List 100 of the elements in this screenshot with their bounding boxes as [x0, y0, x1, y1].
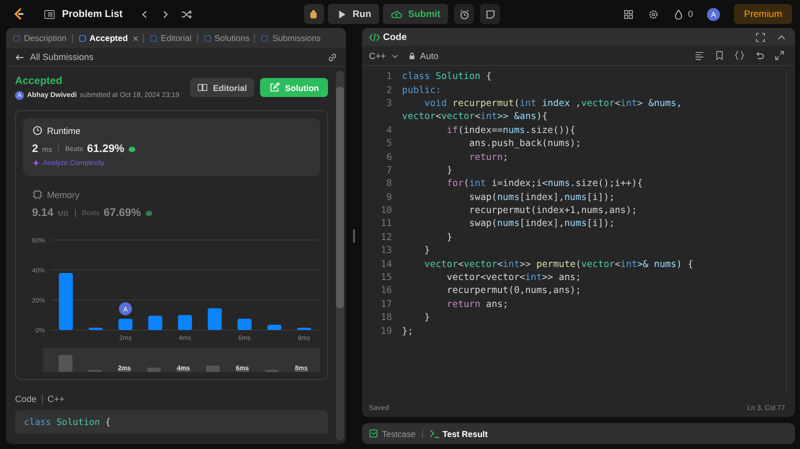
- code-line: }: [446, 232, 452, 243]
- fullscreen-icon[interactable]: [755, 32, 766, 42]
- settings-icon[interactable]: [648, 8, 659, 20]
- code-line: vector<vector<int>> permute(vector<int>& nums) {: [423, 258, 694, 270]
- metric-title: Runtime: [47, 126, 81, 136]
- tab-icon: [202, 34, 212, 42]
- code-line: recurpermut(index+1,nums,ans);: [468, 205, 638, 216]
- line-number: 5: [385, 138, 393, 150]
- expand-icon[interactable]: [774, 50, 785, 61]
- terminal-icon: [428, 428, 440, 439]
- line-number: 1: [385, 71, 393, 82]
- submission-status: Accepted: [15, 75, 64, 87]
- all-submissions-link[interactable]: All Submissions: [14, 52, 94, 62]
- close-icon[interactable]: [132, 34, 139, 42]
- run-button[interactable]: Run: [328, 4, 380, 24]
- line-number: 16: [380, 285, 393, 296]
- code-line: ans.push_back(nums);: [468, 138, 582, 150]
- drop-icon: [672, 8, 684, 20]
- badge-icon: [128, 145, 136, 153]
- metric-value: 2: [32, 143, 38, 155]
- code-line: vector<vector<int>> &ans){: [402, 111, 548, 122]
- line-number: 3: [385, 98, 393, 109]
- line-number: 8: [385, 178, 393, 190]
- panel-tab[interactable]: Description: [11, 33, 68, 43]
- line-number: 6: [385, 152, 393, 163]
- panel-tab[interactable]: Solutions: [202, 33, 250, 43]
- line-number: 14: [380, 258, 393, 270]
- tab-icon: [12, 34, 21, 42]
- debug-button[interactable]: [304, 4, 324, 24]
- tab-icon: [260, 34, 270, 42]
- link-icon[interactable]: [327, 52, 338, 62]
- streak-counter[interactable]: 0: [672, 8, 693, 20]
- line-number: 9: [385, 192, 393, 203]
- timer-button[interactable]: [454, 4, 474, 24]
- book-icon: [196, 82, 208, 93]
- note-icon: [484, 8, 496, 20]
- alarm-clock-icon: [458, 8, 470, 20]
- code-line: return;: [468, 152, 508, 163]
- code-line: if(index==nums.size()){: [446, 124, 576, 136]
- panel-tab[interactable]: Editorial: [148, 33, 193, 43]
- code-line: for(int i=index;i<nums.size();i++){: [446, 178, 643, 190]
- tab-icon: [148, 34, 158, 42]
- scrollbar[interactable]: [336, 71, 344, 440]
- code-line: return ans;: [446, 298, 508, 310]
- code-label: Code: [15, 394, 37, 404]
- code-preview: class Solution {: [15, 410, 328, 434]
- line-number: 4: [385, 124, 393, 136]
- shuffle-icon[interactable]: [180, 8, 192, 20]
- line-number: 13: [380, 245, 393, 256]
- code-icon: [369, 32, 380, 42]
- cloud-upload-icon: [391, 8, 402, 20]
- format-icon[interactable]: [694, 50, 705, 61]
- chip-icon: [32, 189, 43, 200]
- console-tab[interactable]: Testcase: [368, 428, 416, 439]
- edit-icon: [269, 82, 280, 93]
- line-number: 19: [380, 326, 393, 337]
- code-line: }: [423, 245, 430, 256]
- code-line: recurpermut(0,nums,ans);: [446, 285, 582, 296]
- tab-icon: [78, 34, 87, 42]
- line-number: 15: [380, 272, 393, 284]
- line-number: 12: [380, 232, 393, 243]
- line-number: 11: [380, 218, 393, 230]
- code-line: vector<vector<int>> ans;: [446, 272, 582, 284]
- line-number: 18: [380, 312, 393, 324]
- list-icon: [44, 8, 55, 20]
- code-line: }: [446, 164, 452, 176]
- code-line: };: [402, 326, 414, 337]
- badge-icon: [144, 209, 153, 217]
- braces-icon[interactable]: [734, 50, 745, 61]
- premium-button[interactable]: Premium: [734, 4, 792, 24]
- code-line: void recurpermut(int index ,vector<int> &nums,: [423, 98, 682, 109]
- line-number: 7: [385, 164, 393, 176]
- beats-percentage: 67.69%: [104, 207, 141, 219]
- line-number: 2: [385, 84, 393, 96]
- problem-list-button[interactable]: Problem List: [44, 8, 123, 20]
- code-line: swap(nums[index],nums[i]);: [468, 192, 615, 203]
- lock-icon: [408, 52, 416, 60]
- line-number: 17: [380, 298, 393, 310]
- reset-icon[interactable]: [754, 50, 765, 61]
- metric-title: Memory: [47, 190, 80, 200]
- panel-tab[interactable]: Submissions: [259, 33, 322, 43]
- auto-mode-label: Auto: [420, 50, 439, 60]
- code-line: class Solution {: [402, 71, 492, 82]
- metric-value: 9.14: [32, 207, 54, 219]
- sparkle-icon: [32, 159, 40, 167]
- panel-tab[interactable]: Accepted: [76, 33, 129, 43]
- bookmark-icon[interactable]: [714, 50, 725, 61]
- grid-icon[interactable]: [622, 8, 634, 20]
- submit-button[interactable]: Submit: [383, 4, 448, 24]
- console-tab[interactable]: Test Result: [428, 428, 488, 439]
- logo-icon[interactable]: [12, 6, 26, 22]
- clock-icon: [32, 125, 43, 136]
- checkbox-icon: [368, 428, 379, 439]
- beats-percentage: 61.29%: [87, 143, 124, 155]
- language-dropdown[interactable]: C++: [369, 50, 400, 60]
- notes-button[interactable]: [480, 4, 500, 24]
- editorial-button[interactable]: Editorial: [190, 78, 254, 97]
- code-line: swap(nums[index],nums[i]);: [468, 218, 615, 230]
- language-label: C++: [48, 394, 65, 404]
- editor-title: Code: [369, 32, 407, 42]
